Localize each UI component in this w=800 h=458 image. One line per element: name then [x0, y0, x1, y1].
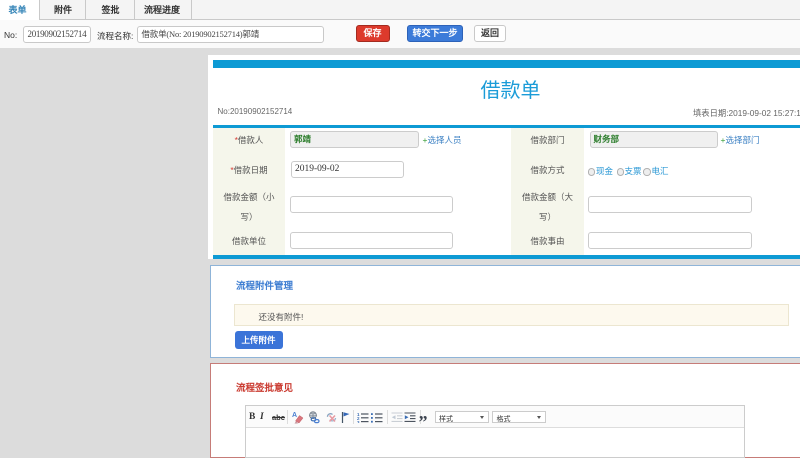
svg-text:3: 3	[357, 419, 360, 422]
svg-text:A: A	[292, 412, 297, 419]
